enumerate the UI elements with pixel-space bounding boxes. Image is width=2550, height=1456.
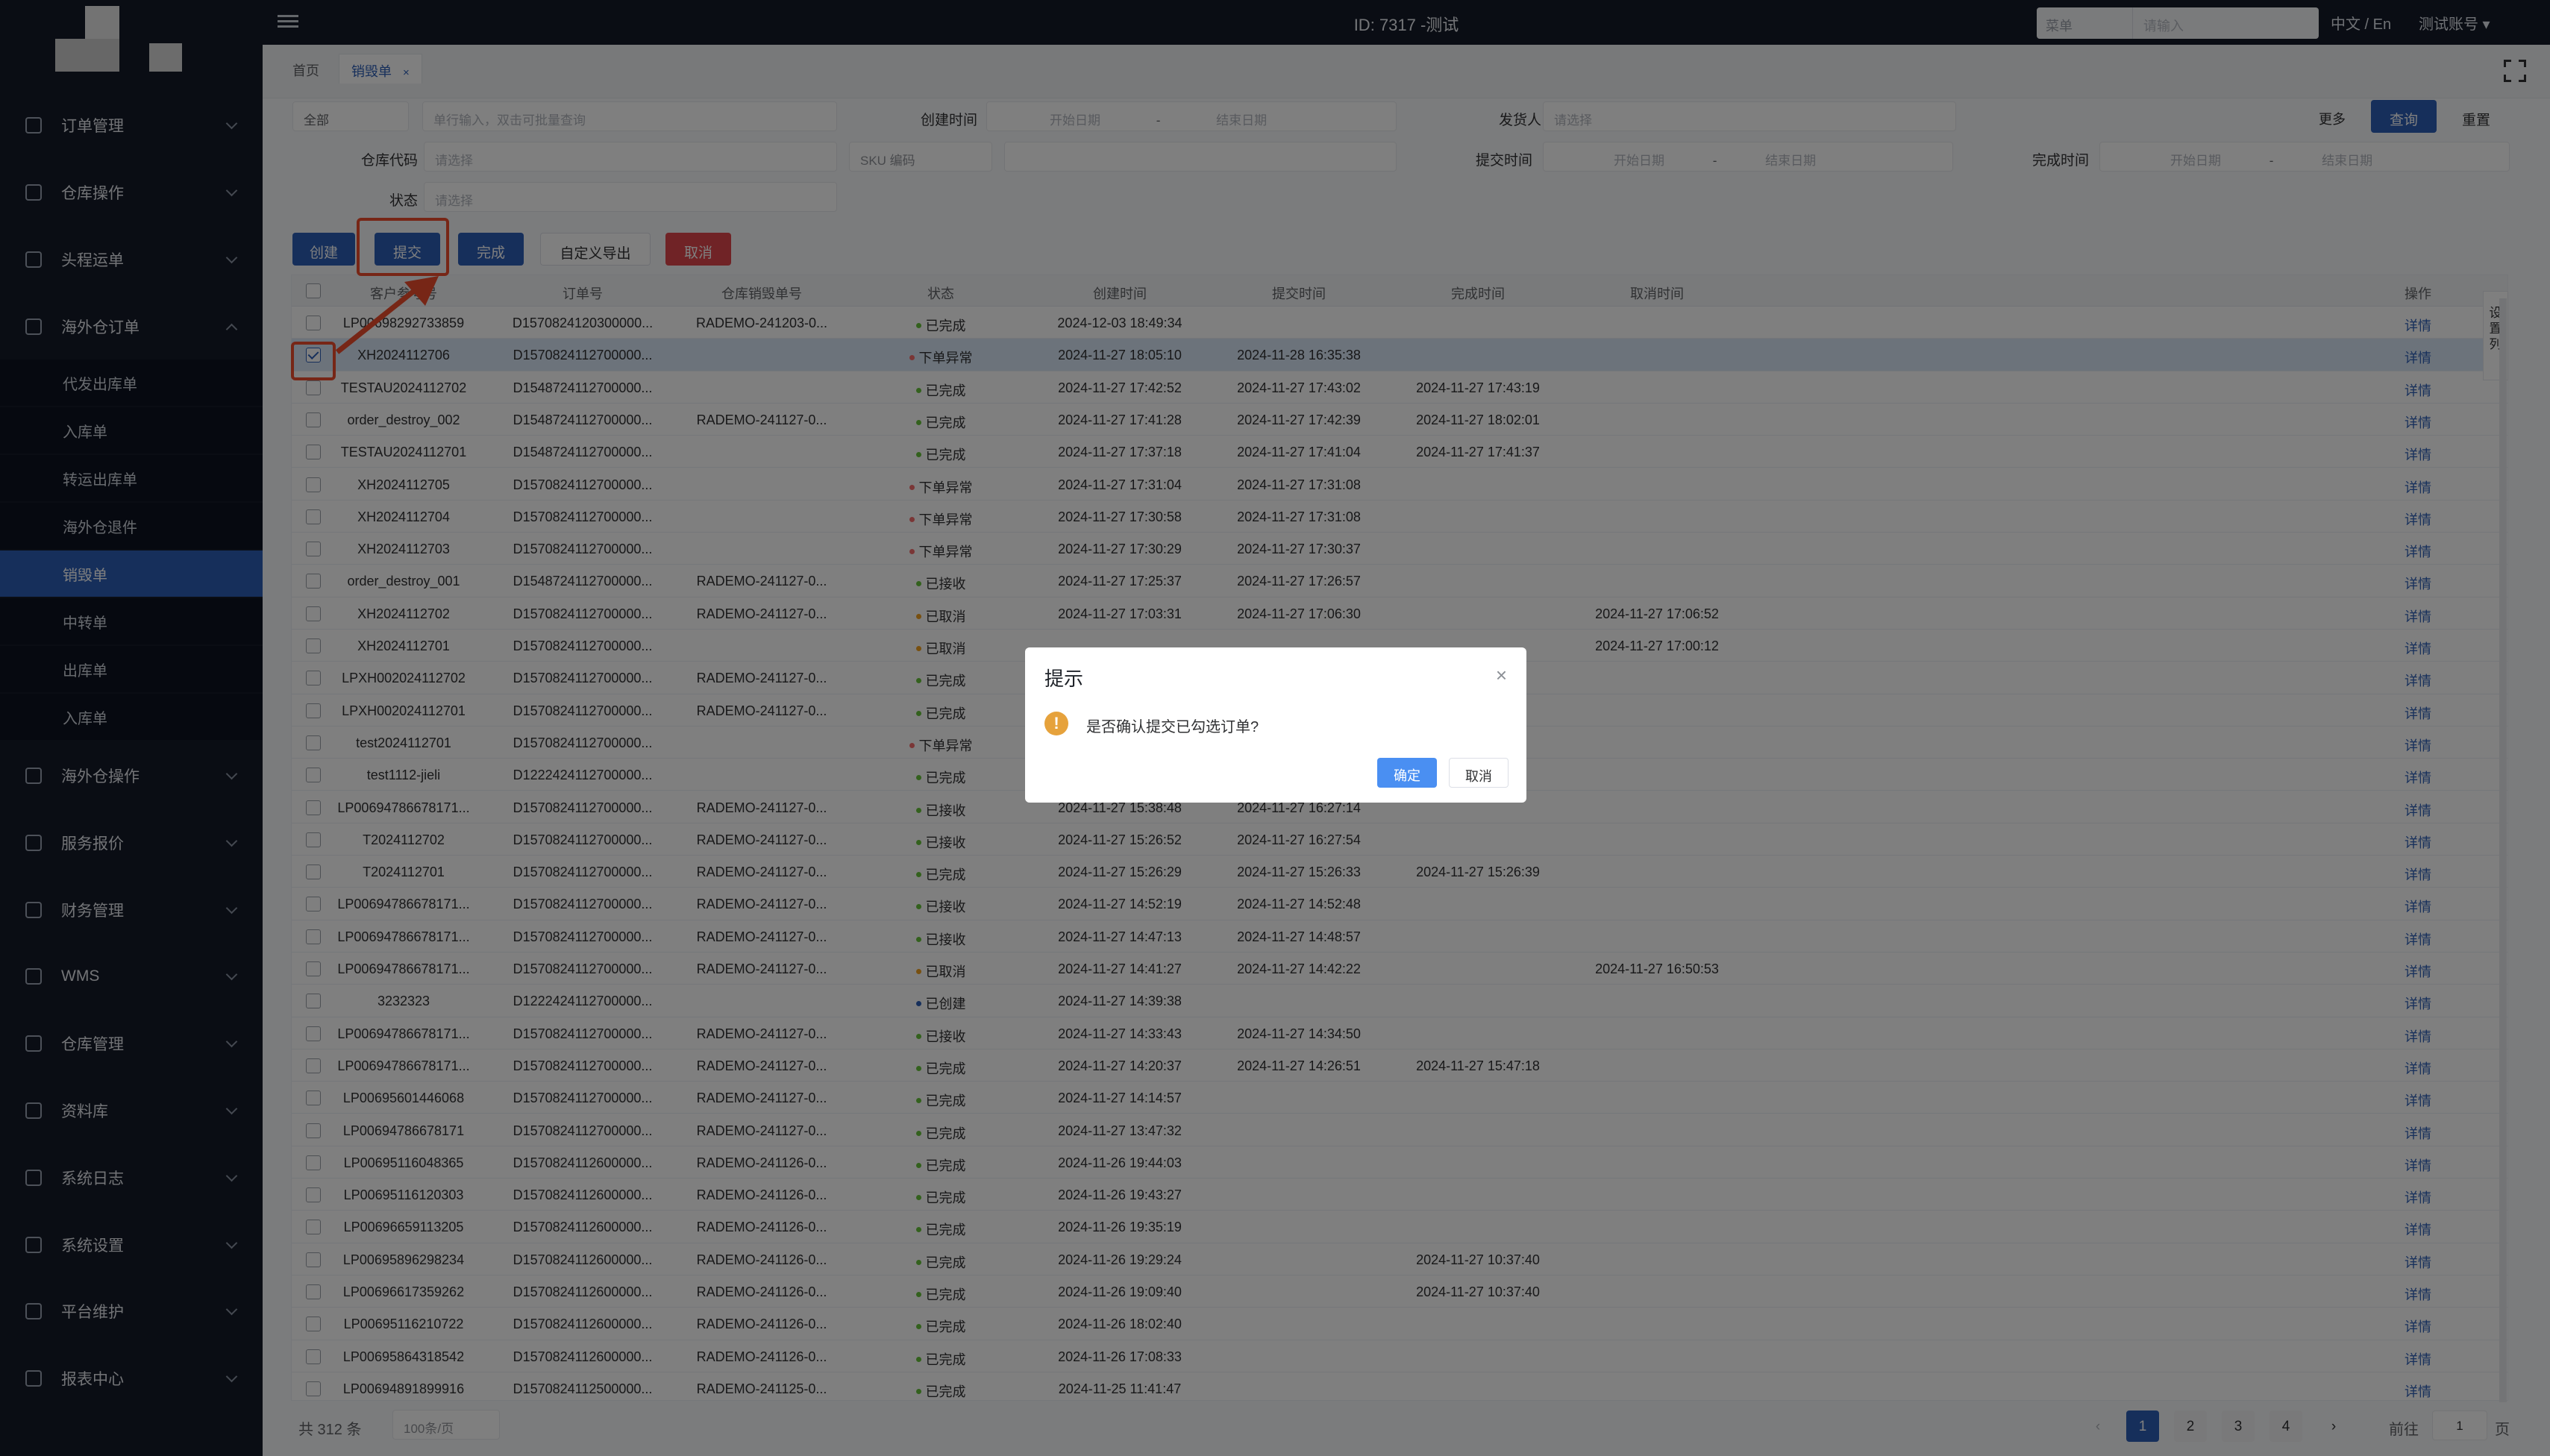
confirm-dialog: 提示 × ! 是否确认提交已勾选订单? 确定 取消 <box>1025 647 1526 803</box>
dialog-title: 提示 <box>1044 668 1084 690</box>
dialog-cancel-button[interactable]: 取消 <box>1449 758 1509 788</box>
close-icon[interactable]: × <box>1496 664 1507 687</box>
confirm-button[interactable]: 确定 <box>1377 758 1437 788</box>
dialog-message: 是否确认提交已勾选订单? <box>1086 719 1259 735</box>
warning-icon: ! <box>1044 712 1068 735</box>
